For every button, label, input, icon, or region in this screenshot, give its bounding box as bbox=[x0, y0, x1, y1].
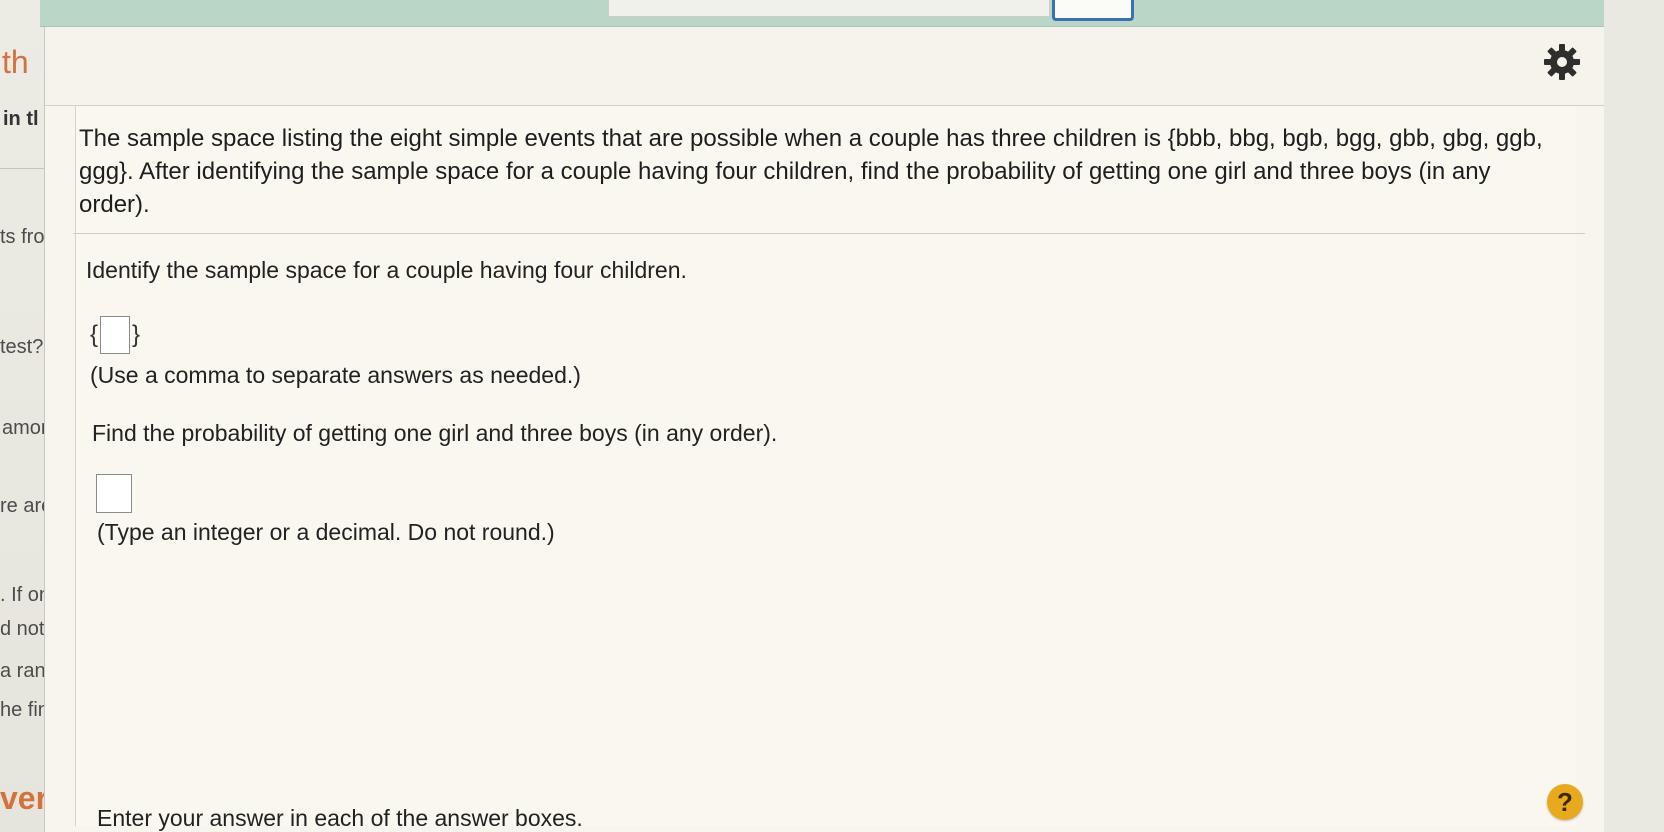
part1-prompt: Identify the sample space for a couple h… bbox=[86, 257, 687, 283]
top-toolbar-strip bbox=[40, 0, 1605, 27]
question-divider bbox=[73, 233, 1585, 234]
sample-space-answer: { } bbox=[90, 315, 140, 355]
dialog-header bbox=[45, 27, 1605, 106]
probability-input[interactable] bbox=[96, 474, 132, 513]
background-text: in tl bbox=[3, 108, 39, 130]
question-dialog: The sample space listing the eight simpl… bbox=[44, 27, 1605, 832]
help-icon[interactable]: ? bbox=[1547, 784, 1583, 820]
sample-space-input[interactable] bbox=[100, 316, 131, 354]
background-text: ver bbox=[0, 780, 49, 816]
top-tab-active[interactable] bbox=[1052, 0, 1134, 21]
background-text: th bbox=[2, 44, 29, 80]
part1-hint: (Use a comma to separate answers as need… bbox=[90, 362, 581, 388]
background-text: ts fro bbox=[0, 226, 45, 248]
screen: th in tl ts fro test? r amon re are . If… bbox=[0, 0, 1664, 832]
footer-instruction: Enter your answer in each of the answer … bbox=[97, 805, 583, 831]
right-edge-background bbox=[1604, 0, 1664, 832]
dialog-body: The sample space listing the eight simpl… bbox=[75, 106, 1576, 826]
part2-prompt: Find the probability of getting one girl… bbox=[92, 420, 778, 446]
question-text: The sample space listing the eight simpl… bbox=[79, 125, 1543, 218]
open-brace: { bbox=[90, 321, 99, 348]
part2-hint: (Type an integer or a decimal. Do not ro… bbox=[97, 519, 555, 545]
gear-icon[interactable] bbox=[1542, 42, 1582, 82]
top-tab[interactable] bbox=[608, 0, 1050, 17]
close-brace: } bbox=[132, 321, 141, 348]
